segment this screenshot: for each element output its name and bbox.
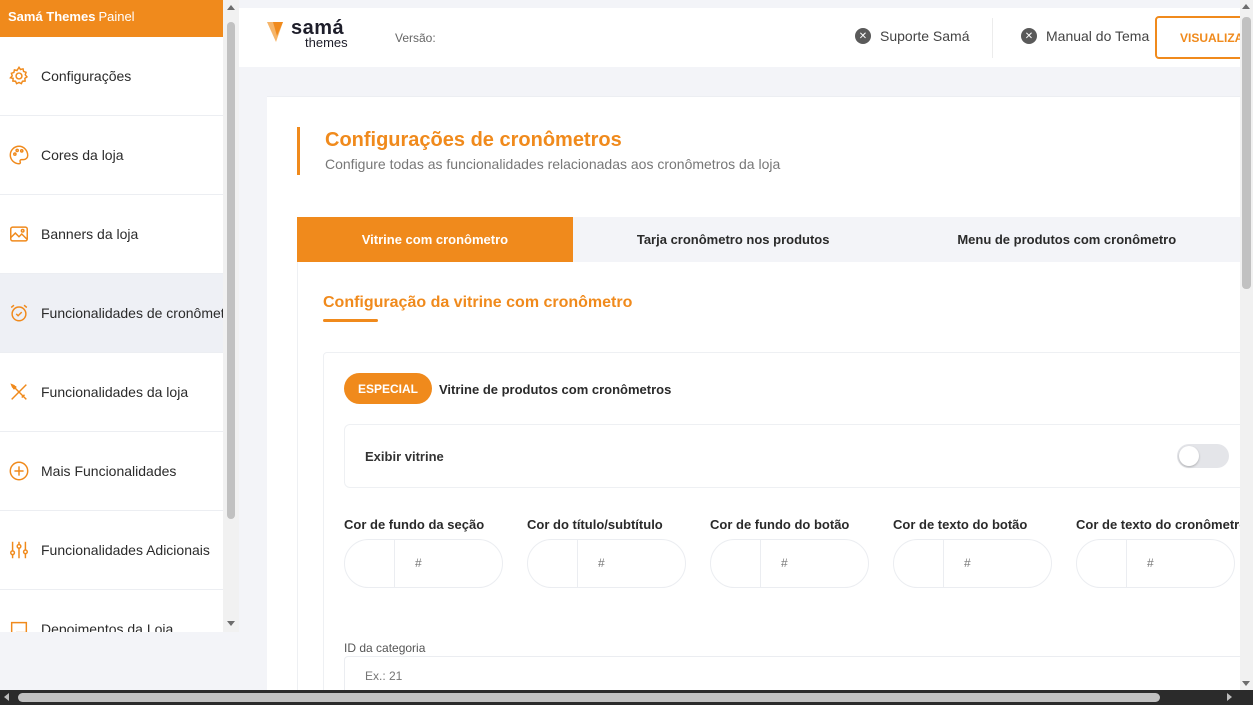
sidebar-item-label: Funcionalidades da loja — [41, 384, 189, 400]
sidebar-item-label: Depoimentos da Loja — [41, 621, 174, 632]
color-input[interactable]: # — [527, 539, 686, 588]
badge-label: Vitrine de produtos com cronômetros — [439, 382, 672, 397]
color-input[interactable]: # — [710, 539, 869, 588]
section-title: Configuração da vitrine com cronômetro — [323, 294, 633, 311]
sidebar-item-banners[interactable]: Banners da loja — [0, 195, 223, 274]
color-input[interactable]: # — [344, 539, 503, 588]
color-input[interactable]: # — [1076, 539, 1235, 588]
color-hex-placeholder: # — [598, 556, 605, 570]
sidebar-scrollbar[interactable] — [223, 0, 239, 632]
tab-vitrine-cronometro[interactable]: Vitrine com cronômetro — [297, 217, 573, 262]
page-subtitle: Configure todas as funcionalidades relac… — [325, 156, 781, 172]
toggle-knob — [1179, 446, 1199, 466]
sidebar-item-configuracoes[interactable]: Configurações — [0, 37, 223, 116]
color-swatch[interactable] — [894, 540, 944, 587]
logo[interactable]: samá themes — [267, 18, 348, 49]
scroll-up-arrow-icon[interactable] — [1242, 4, 1250, 9]
tab-panel: Configuração da vitrine com cronômetro E… — [297, 262, 1240, 690]
image-icon — [8, 223, 30, 245]
color-field-label: Cor de texto do botão — [893, 517, 1028, 532]
page-horizontal-scrollbar[interactable] — [0, 690, 1253, 705]
sidebar-item-funcionalidades-adicionais[interactable]: Funcionalidades Adicionais — [0, 511, 223, 590]
palette-icon — [8, 144, 30, 166]
sidebar-brand-sub: Painel — [98, 9, 135, 24]
color-swatch[interactable] — [711, 540, 761, 587]
tools-icon — [8, 381, 30, 403]
scroll-right-arrow-icon[interactable] — [1227, 693, 1232, 701]
tab-menu-produtos-cronometro[interactable]: Menu de produtos com cronômetro — [893, 217, 1240, 262]
scroll-down-arrow-icon[interactable] — [227, 621, 235, 626]
section-underline — [323, 319, 378, 322]
plus-circle-icon — [8, 460, 30, 482]
page-hscroll-thumb[interactable] — [18, 693, 1160, 702]
logo-text-themes: themes — [305, 35, 348, 50]
color-hex-placeholder: # — [415, 556, 422, 570]
top-bar: samá themes Versão: ✕ Suporte Samá ✕ Man… — [239, 8, 1245, 67]
sidebar-brand: Samá Themes — [8, 9, 96, 24]
scroll-up-arrow-icon[interactable] — [227, 5, 235, 10]
manual-icon: ✕ — [1021, 28, 1037, 44]
sidebar-item-label: Funcionalidades de cronômetro — [41, 305, 223, 321]
color-hex-placeholder: # — [964, 556, 971, 570]
sidebar: Samá Themes Painel Configurações Cores da… — [0, 0, 223, 632]
color-field-titulo-subtitulo: Cor do título/subtítulo # — [527, 517, 687, 588]
tab-bar: Vitrine com cronômetro Tarja cronômetro … — [297, 217, 1240, 262]
support-link-label: Suporte Samá — [880, 28, 970, 44]
color-field-label: Cor do título/subtítulo — [527, 517, 663, 532]
color-hex-placeholder: # — [781, 556, 788, 570]
support-link[interactable]: ✕ Suporte Samá — [855, 28, 970, 44]
version-label: Versão: — [395, 31, 436, 45]
vitrine-config-box: ESPECIAL Vitrine de produtos com cronôme… — [323, 352, 1240, 690]
color-field-texto-botao: Cor de texto do botão # — [893, 517, 1053, 588]
color-field-label: Cor de fundo do botão — [710, 517, 850, 532]
sidebar-item-label: Banners da loja — [41, 226, 139, 242]
sidebar-item-label: Cores da loja — [41, 147, 124, 163]
sidebar-item-mais-funcionalidades[interactable]: Mais Funcionalidades — [0, 432, 223, 511]
sidebar-item-label: Configurações — [41, 68, 132, 84]
sliders-icon — [8, 539, 30, 561]
scroll-left-arrow-icon[interactable] — [4, 693, 9, 701]
preview-button[interactable]: VISUALIZAR — [1155, 16, 1245, 59]
topbar-divider — [992, 18, 993, 58]
color-swatch[interactable] — [1077, 540, 1127, 587]
sidebar-item-depoimentos[interactable]: Depoimentos da Loja — [0, 590, 223, 632]
color-field-label: Cor de texto do cronômetro — [1076, 517, 1240, 532]
sidebar-scroll-thumb[interactable] — [227, 22, 235, 519]
sidebar-item-cronometro[interactable]: Funcionalidades de cronômetro — [0, 274, 223, 353]
page-vertical-scrollbar[interactable] — [1240, 0, 1253, 690]
category-id-input[interactable] — [344, 656, 1240, 690]
tab-tarja-cronometro[interactable]: Tarja cronômetro nos produtos — [573, 217, 894, 262]
main-card: Configurações de cronômetros Configure t… — [267, 96, 1240, 690]
color-swatch[interactable] — [528, 540, 578, 587]
manual-link[interactable]: ✕ Manual do Tema — [1021, 28, 1149, 44]
color-hex-placeholder: # — [1147, 556, 1154, 570]
page-header: Configurações de cronômetros Configure t… — [297, 127, 780, 175]
gear-icon — [8, 65, 30, 87]
color-field-texto-cronometro: Cor de texto do cronômetro # — [1076, 517, 1240, 588]
sidebar-item-cores[interactable]: Cores da loja — [0, 116, 223, 195]
color-field-fundo-botao: Cor de fundo do botão # — [710, 517, 870, 588]
color-input[interactable]: # — [893, 539, 1052, 588]
exibir-vitrine-toggle[interactable] — [1177, 444, 1229, 468]
chat-icon — [8, 618, 30, 632]
special-badge: ESPECIAL — [344, 373, 433, 404]
scroll-down-arrow-icon[interactable] — [1242, 681, 1250, 686]
color-swatch[interactable] — [345, 540, 395, 587]
page-title: Configurações de cronômetros — [325, 129, 622, 151]
exibir-vitrine-row: Exibir vitrine — [344, 424, 1240, 488]
support-icon: ✕ — [855, 28, 871, 44]
sidebar-item-funcionalidades-loja[interactable]: Funcionalidades da loja — [0, 353, 223, 432]
manual-link-label: Manual do Tema — [1046, 28, 1150, 44]
page-scroll-thumb[interactable] — [1242, 17, 1251, 289]
sidebar-item-label: Mais Funcionalidades — [41, 463, 177, 479]
category-id-label: ID da categoria — [344, 641, 426, 655]
alarm-clock-icon — [8, 302, 30, 324]
logo-mark-icon — [267, 22, 283, 42]
exibir-vitrine-label: Exibir vitrine — [365, 449, 444, 464]
color-field-label: Cor de fundo da seção — [344, 517, 485, 532]
sidebar-item-label: Funcionalidades Adicionais — [41, 542, 210, 558]
color-field-fundo-secao: Cor de fundo da seção # — [344, 517, 504, 588]
sidebar-header[interactable]: Samá Themes Painel — [0, 0, 223, 37]
